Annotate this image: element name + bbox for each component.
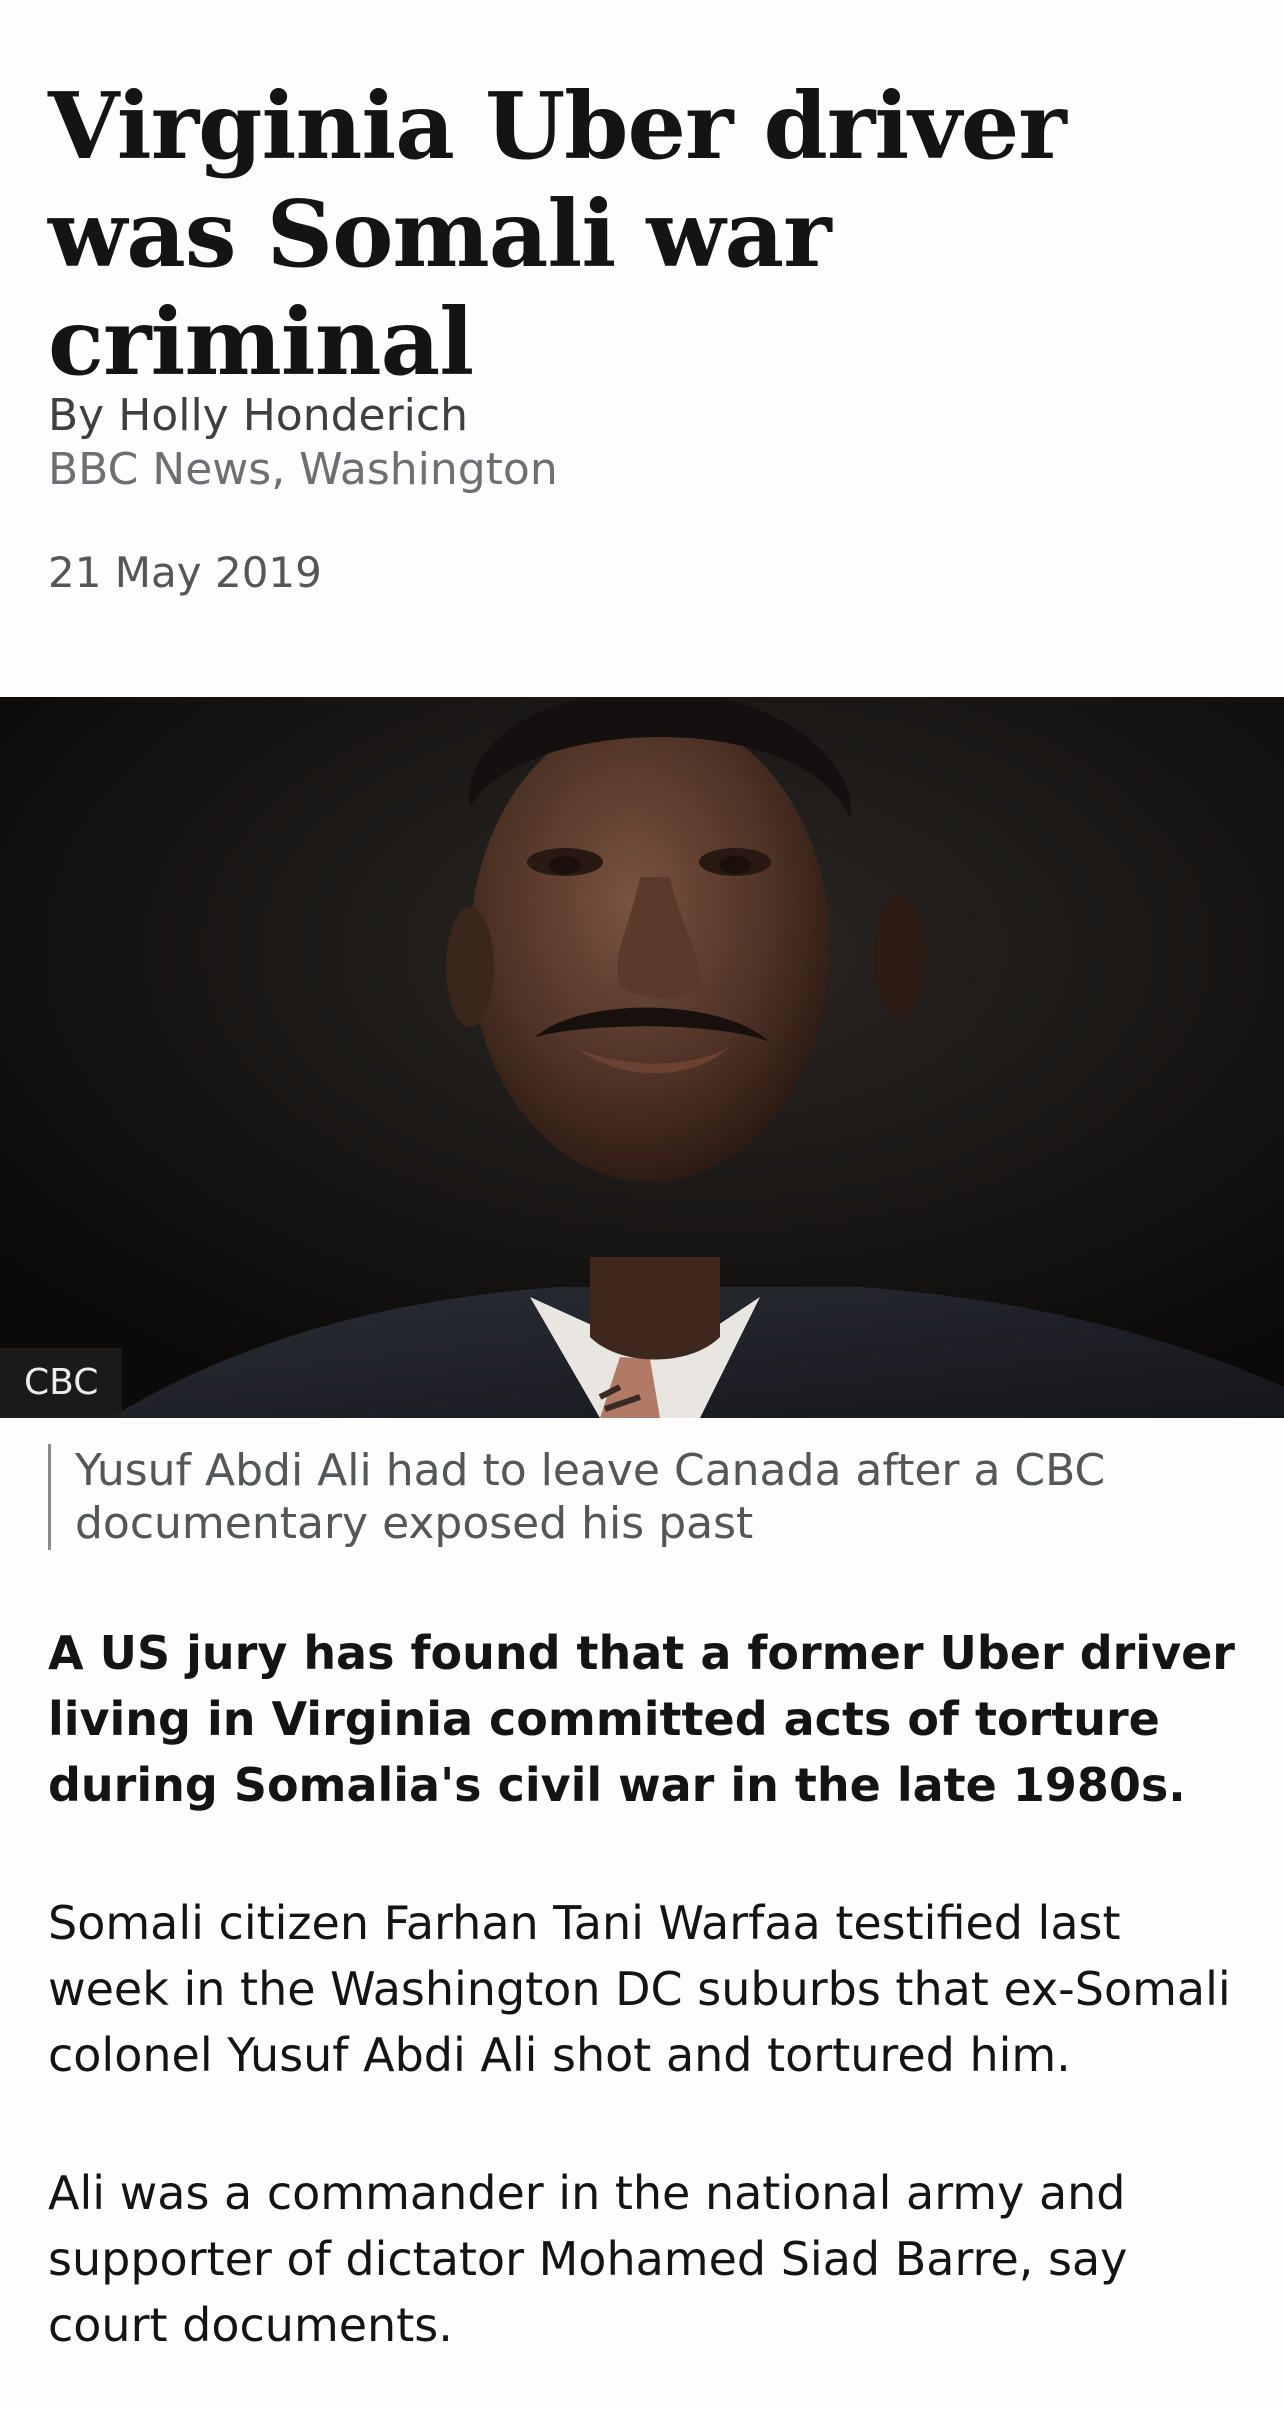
image-caption: Yusuf Abdi Ali had to leave Canada after… <box>48 1444 1255 1550</box>
article-paragraph: Ali was a commander in the national army… <box>48 2166 1128 2352</box>
hero-image: CBC <box>0 697 1284 1418</box>
byline-role: BBC News, Washington <box>48 444 558 495</box>
article-paragraph: Somali citizen Farhan Tani Warfaa testif… <box>48 1896 1231 2082</box>
portrait-photo <box>0 697 1284 1418</box>
article-headline: Virginia Uber driver was Somali war crim… <box>48 72 1067 396</box>
article-lede: A US jury has found that a former Uber d… <box>48 1626 1235 1812</box>
byline: By Holly Honderich BBC News, Washington <box>48 388 1238 496</box>
byline-author[interactable]: By Holly Honderich <box>48 388 1238 444</box>
image-copyright-badge: CBC <box>0 1348 123 1418</box>
article: Virginia Uber driver was Somali war crim… <box>0 0 1284 2410</box>
publish-date: 21 May 2019 <box>48 548 322 597</box>
